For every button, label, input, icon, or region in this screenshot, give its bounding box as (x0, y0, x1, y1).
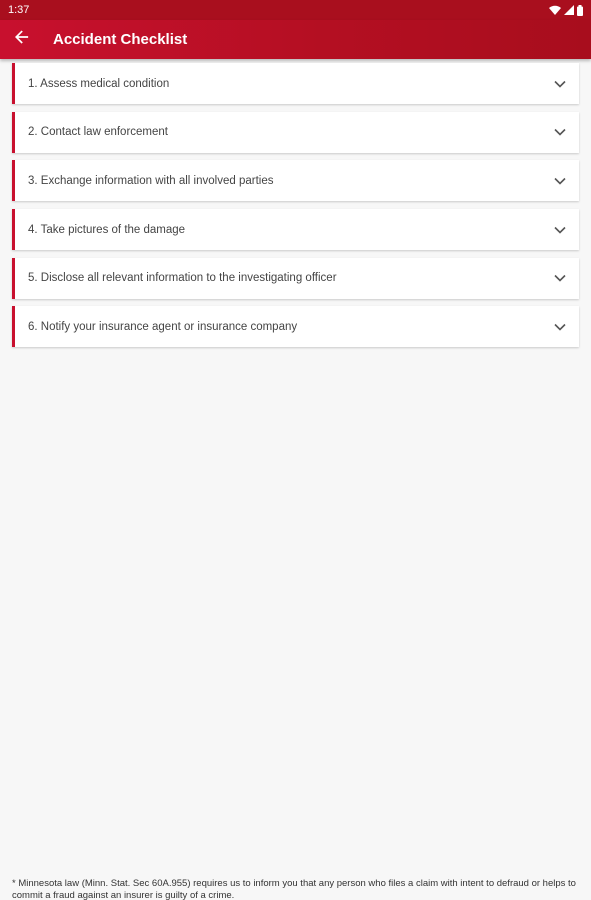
checklist-item-3[interactable]: 3. Exchange information with all involve… (12, 160, 579, 202)
checklist-item-label: 5. Disclose all relevant information to … (28, 272, 337, 285)
chevron-down-icon[interactable] (553, 174, 567, 188)
checklist-item-label: 6. Notify your insurance agent or insura… (28, 320, 298, 333)
back-button[interactable] (0, 20, 44, 59)
status-bar: 1:37 (0, 0, 591, 20)
wifi-icon (549, 5, 561, 15)
status-time: 1:37 (8, 4, 30, 16)
checklist-item-6[interactable]: 6. Notify your insurance agent or insura… (12, 306, 579, 348)
status-icons (549, 4, 583, 16)
page-title: Accident Checklist (53, 31, 188, 48)
checklist-item-label: 2. Contact law enforcement (28, 126, 168, 139)
app-bar: Accident Checklist (0, 20, 591, 59)
legal-disclaimer: * Minnesota law (Minn. Stat. Sec 60A.955… (12, 878, 576, 900)
chevron-down-icon[interactable] (553, 77, 567, 91)
checklist-item-5[interactable]: 5. Disclose all relevant information to … (12, 257, 579, 299)
checklist-item-label: 1. Assess medical condition (28, 77, 170, 90)
checklist-item-label: 3. Exchange information with all involve… (28, 174, 274, 187)
chevron-down-icon[interactable] (553, 320, 567, 334)
chevron-down-icon[interactable] (553, 271, 567, 285)
checklist-item-4[interactable]: 4. Take pictures of the damage (12, 209, 579, 251)
checklist: 1. Assess medical condition 2. Contact l… (12, 63, 579, 355)
checklist-item-2[interactable]: 2. Contact law enforcement (12, 111, 579, 153)
arrow-back-icon (15, 30, 29, 49)
checklist-item-label: 4. Take pictures of the damage (28, 223, 186, 236)
cell-signal-icon (564, 5, 574, 15)
chevron-down-icon[interactable] (553, 223, 567, 237)
chevron-down-icon[interactable] (553, 125, 567, 139)
battery-icon (577, 4, 583, 16)
checklist-item-1[interactable]: 1. Assess medical condition (12, 63, 579, 104)
